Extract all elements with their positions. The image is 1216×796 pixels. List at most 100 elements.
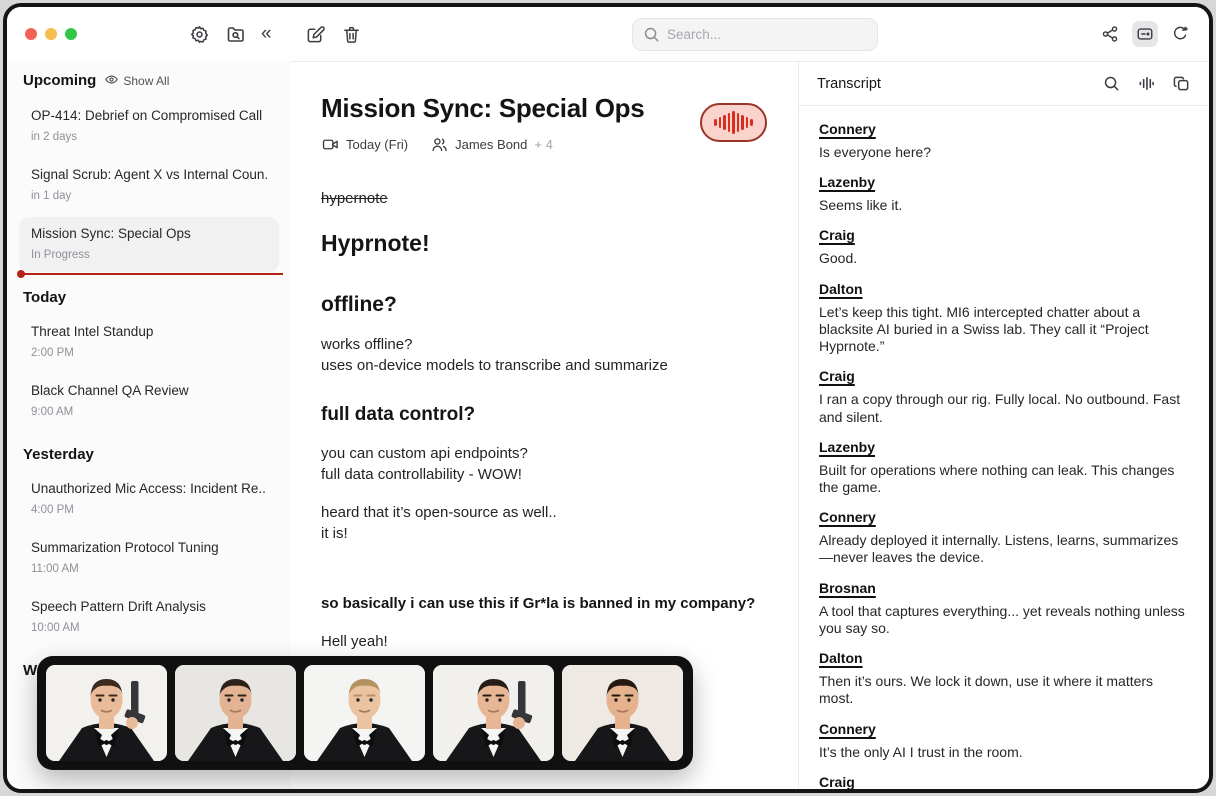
sidebar-section-title: Today — [7, 276, 291, 313]
transcript-search-icon[interactable] — [1101, 74, 1121, 94]
search-input[interactable] — [632, 18, 878, 51]
sidebar-section-title: Upcoming — [23, 72, 96, 89]
transcript-speaker[interactable]: Craig — [819, 774, 1187, 790]
transcript-text: A tool that captures everything... yet r… — [819, 603, 1187, 637]
sidebar-item-subtitle: In Progress — [31, 249, 267, 261]
transcript-text: Then it’s ours. We lock it down, use it … — [819, 673, 1187, 707]
participant-photo-craig[interactable] — [304, 665, 425, 761]
global-search — [632, 18, 878, 51]
sidebar-item[interactable]: Threat Intel Standup 2:00 PM — [19, 315, 279, 370]
transcript-speaker[interactable]: Brosnan — [819, 580, 1187, 596]
transcript-speaker[interactable]: Dalton — [819, 650, 1187, 666]
transcript-text: Let’s keep this tight. MI6 intercepted c… — [819, 304, 1187, 356]
eye-icon — [105, 73, 118, 89]
sidebar-item[interactable]: Mission Sync: Special Ops In Progress — [19, 217, 279, 272]
transcript-title: Transcript — [817, 76, 1101, 92]
transcript-text: Seems like it. — [819, 197, 1187, 214]
audio-levels-icon[interactable] — [1136, 74, 1156, 94]
sidebar-item-subtitle: in 2 days — [31, 131, 267, 143]
sidebar-item[interactable]: Speech Pattern Drift Analysis 10:00 AM — [19, 590, 279, 645]
toolbar-left-group: « — [187, 22, 272, 46]
note-body-block[interactable]: Hyprnote! — [321, 230, 791, 257]
sidebar-item-subtitle: 9:00 AM — [31, 406, 267, 418]
new-note-icon[interactable] — [304, 22, 328, 46]
zoom-button[interactable] — [65, 28, 77, 40]
sidebar-item[interactable]: Unauthorized Mic Access: Incident Re... 4… — [19, 472, 279, 527]
transcript-text: Good. — [819, 250, 1187, 267]
folder-search-icon[interactable] — [224, 22, 248, 46]
note-body[interactable]: hypernote Hyprnote! offline? works offline?… — [321, 190, 791, 652]
sidebar-item-subtitle: 4:00 PM — [31, 504, 267, 516]
show-all-button[interactable]: Show All — [105, 73, 169, 89]
note-body-block[interactable]: Hell yeah! — [321, 631, 791, 652]
transcript-header: Transcript — [799, 62, 1209, 106]
record-button[interactable] — [700, 103, 767, 142]
sync-icon[interactable] — [1167, 21, 1193, 47]
transcript-text: It’s the only AI I trust in the room. — [819, 744, 1187, 761]
traffic-lights — [25, 28, 77, 40]
show-all-label: Show All — [123, 74, 169, 88]
settings-gear-icon[interactable] — [187, 22, 211, 46]
participant-photo-lazenby[interactable] — [175, 665, 296, 761]
note-attendee[interactable]: James Bond — [455, 137, 527, 152]
sidebar-item-title: Black Channel QA Review — [31, 383, 267, 398]
transcript-text: Built for operations where nothing can l… — [819, 462, 1187, 496]
note-body-block[interactable]: full data control? — [321, 404, 791, 426]
participant-photo-brosnan[interactable] — [433, 665, 554, 761]
widget-panel-icon[interactable] — [1132, 21, 1158, 47]
sidebar-item[interactable]: OP-414: Debrief on Compromised Call in 2 … — [19, 99, 279, 154]
sidebar-item-subtitle: 2:00 PM — [31, 347, 267, 359]
waveform-icon — [714, 111, 753, 134]
trash-icon[interactable] — [340, 22, 364, 46]
sidebar-item-title: Mission Sync: Special Ops — [31, 226, 267, 241]
minimize-button[interactable] — [45, 28, 57, 40]
video-camera-icon — [321, 135, 339, 153]
sidebar-item-title: Speech Pattern Drift Analysis — [31, 599, 267, 614]
transcript-text: Is everyone here? — [819, 144, 1187, 161]
transcript-text: I ran a copy through our rig. Fully loca… — [819, 391, 1187, 425]
sidebar-item-title: Unauthorized Mic Access: Incident Re... — [31, 481, 267, 496]
transcript-speaker[interactable]: Connery — [819, 509, 1187, 525]
search-icon — [643, 26, 660, 48]
participants-photo-strip — [37, 656, 693, 770]
participant-photo-dalton[interactable] — [562, 665, 683, 761]
sidebar-item[interactable]: Black Channel QA Review 9:00 AM — [19, 374, 279, 429]
transcript-speaker[interactable]: Lazenby — [819, 174, 1187, 190]
note-body-block[interactable]: so basically i can use this if Gr*la is … — [321, 593, 791, 614]
note-body-block[interactable]: works offline?uses on-device models to t… — [321, 334, 791, 377]
sidebar-item-subtitle: 10:00 AM — [31, 622, 267, 634]
copy-icon[interactable] — [1171, 74, 1191, 94]
titlebar: « — [7, 7, 1209, 61]
recording-progress-dot — [17, 270, 25, 278]
sidebar-item-subtitle: in 1 day — [31, 190, 267, 202]
transcript-body: Connery Is everyone here? Lazenby Seems lik… — [799, 106, 1209, 790]
transcript-panel: Transcript — [798, 61, 1209, 793]
sidebar-section-title: Yesterday — [7, 433, 291, 470]
note-attendee-extra[interactable]: + 4 — [534, 137, 552, 152]
note-date[interactable]: Today (Fri) — [346, 137, 408, 152]
sidebar-item-title: Summarization Protocol Tuning — [31, 540, 267, 555]
transcript-speaker[interactable]: Craig — [819, 227, 1187, 243]
sidebar-item-title: OP-414: Debrief on Compromised Call — [31, 108, 267, 123]
note-body-block[interactable]: heard that it’s open-source as well..it … — [321, 502, 791, 545]
note-body-block[interactable]: offline? — [321, 293, 791, 317]
close-button[interactable] — [25, 28, 37, 40]
toolbar-right-group — [1097, 7, 1193, 61]
share-icon[interactable] — [1097, 21, 1123, 47]
transcript-speaker[interactable]: Lazenby — [819, 439, 1187, 455]
sidebar-item-title: Signal Scrub: Agent X vs Internal Coun..… — [31, 167, 267, 182]
transcript-speaker[interactable]: Connery — [819, 121, 1187, 137]
transcript-speaker[interactable]: Connery — [819, 721, 1187, 737]
recording-progress-line — [20, 273, 283, 275]
note-body-block[interactable]: hypernote — [321, 190, 791, 207]
transcript-text: Already deployed it internally. Listens,… — [819, 532, 1187, 566]
participant-photo-connery[interactable] — [46, 665, 167, 761]
sidebar-item[interactable]: Signal Scrub: Agent X vs Internal Coun..… — [19, 158, 279, 213]
transcript-speaker[interactable]: Craig — [819, 368, 1187, 384]
transcript-speaker[interactable]: Dalton — [819, 281, 1187, 297]
sidebar-section-header: Upcoming Show All — [7, 64, 291, 97]
note-body-block[interactable]: you can custom api endpoints?full data c… — [321, 443, 791, 486]
collapse-sidebar-icon[interactable]: « — [261, 24, 272, 45]
sidebar-item-title: Threat Intel Standup — [31, 324, 267, 339]
sidebar-item[interactable]: Summarization Protocol Tuning11:00 AM — [19, 531, 279, 586]
